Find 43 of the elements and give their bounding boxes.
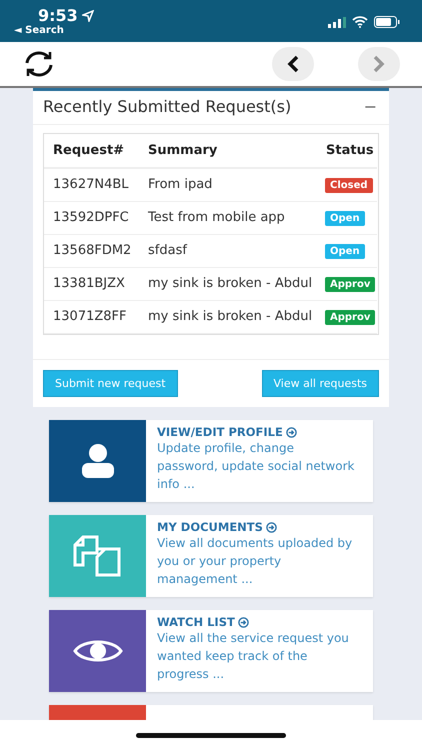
menu-tile[interactable]: MY DOCUMENTS View all documents uploaded by you or your property management ... <box>49 515 373 597</box>
table-cell: 13071Z8FF <box>44 301 139 334</box>
column-header: Status <box>317 134 377 169</box>
table-cell: sfdasf <box>139 235 317 268</box>
table-cell: Test from mobile app <box>139 202 317 235</box>
tile-description: View all documents uploaded by you or your property management ... <box>157 535 354 588</box>
column-header: Summary <box>139 134 317 169</box>
collapse-toggle[interactable]: − <box>364 97 377 116</box>
status-badge: Open <box>325 244 365 258</box>
clock: 9:53 <box>14 6 94 25</box>
table-cell: From ipad <box>139 169 317 202</box>
menu-tile[interactable]: VIEW/EDIT PROFILE Update profile, change password, update social network info ... <box>49 420 373 502</box>
battery-icon <box>374 16 400 28</box>
tile-link[interactable]: MY DOCUMENTS <box>157 520 355 534</box>
column-header: Request# <box>44 134 139 169</box>
signal-icon <box>328 16 346 28</box>
table-cell: 13627N4BL <box>44 169 139 202</box>
location-arrow-icon <box>82 10 94 22</box>
documents-icon <box>72 535 122 577</box>
status-badge: Open <box>325 210 365 226</box>
tile-link[interactable]: WATCH LIST <box>157 615 355 629</box>
circle-arrow-icon <box>286 426 297 438</box>
forward-button[interactable] <box>358 47 400 81</box>
chevron-right-icon <box>372 55 386 73</box>
status-badge: Closed <box>325 178 373 192</box>
back-button[interactable] <box>272 47 314 81</box>
menu-tile[interactable]: WATCH LIST View all the service request you wanted keep track of the progress ... <box>49 610 373 692</box>
status-badge: Approv <box>325 276 376 292</box>
wifi-icon <box>352 16 368 28</box>
table-cell: 13592DPFC <box>44 202 139 235</box>
tile-description: View all the service request you wanted keep track of the progress ... <box>157 630 350 683</box>
tile-link[interactable]: VIEW/EDIT PROFILE <box>157 425 355 439</box>
table-cell: 13568FDM2 <box>44 235 139 268</box>
circle-arrow-icon <box>238 616 249 628</box>
tile-description: Update profile, change password, update social network info ... <box>157 440 355 493</box>
chevron-left-icon <box>286 55 300 73</box>
table-cell: 13381BJZX <box>44 268 139 301</box>
table-cell: my sink is broken - Abdul <box>139 301 317 334</box>
status-badge: Approv <box>325 310 376 324</box>
back-to-app-link[interactable]: ◄ Search <box>14 25 94 36</box>
panel-title: Recently Submitted Request(s) <box>43 97 292 116</box>
table-cell: my sink is broken - Abdul <box>139 268 317 301</box>
circle-arrow-icon <box>266 522 277 532</box>
